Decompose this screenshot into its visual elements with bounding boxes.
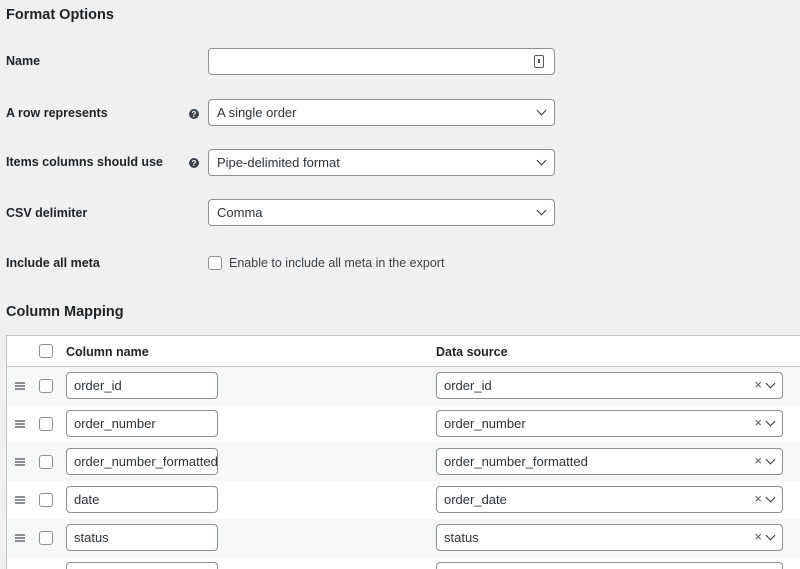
chevron-down-icon — [765, 530, 776, 541]
table-row: status status × — [7, 519, 800, 557]
column-name-input[interactable] — [66, 562, 218, 569]
row-represents-label: A row represents — [6, 106, 108, 120]
clear-icon[interactable]: × — [754, 529, 762, 544]
data-source-value: status — [444, 530, 479, 545]
data-source-select[interactable]: status × — [436, 524, 783, 551]
table-row: date order_date × — [7, 481, 800, 519]
data-source-value: order_number — [444, 416, 526, 431]
select-all-checkbox[interactable] — [39, 344, 53, 358]
data-source-select[interactable]: order_id × — [436, 372, 783, 399]
name-input[interactable] — [208, 48, 555, 75]
include-meta-checkbox[interactable] — [208, 256, 222, 270]
clear-icon[interactable]: × — [754, 491, 762, 506]
csv-delimiter-label: CSV delimiter — [6, 206, 88, 220]
csv-delimiter-value: Comma — [217, 205, 263, 220]
data-source-value: order_date — [444, 492, 507, 507]
column-name-input[interactable]: status — [66, 524, 218, 551]
data-source-value: order_number_formatted — [444, 454, 588, 469]
chevron-down-icon — [536, 205, 547, 216]
password-manager-icon[interactable] — [534, 55, 544, 68]
column-name-input[interactable]: order_number_formatted — [66, 448, 218, 475]
row-checkbox[interactable] — [39, 455, 53, 469]
chevron-down-icon — [536, 105, 547, 116]
drag-handle-icon[interactable] — [15, 382, 25, 390]
drag-handle-icon[interactable] — [15, 420, 25, 428]
table-row — [7, 557, 800, 569]
data-source-header: Data source — [436, 345, 508, 359]
name-label: Name — [6, 54, 41, 68]
chevron-down-icon — [536, 155, 547, 166]
row-checkbox[interactable] — [39, 417, 53, 431]
drag-handle-icon[interactable] — [15, 534, 25, 542]
chevron-down-icon — [765, 492, 776, 503]
data-source-select[interactable] — [436, 562, 783, 569]
help-icon[interactable]: ? — [189, 109, 199, 119]
row-represents-select[interactable]: A single order — [208, 99, 555, 126]
table-header: Column name Data source — [7, 336, 800, 367]
clear-icon[interactable]: × — [754, 453, 762, 468]
column-name-input[interactable]: order_number — [66, 410, 218, 437]
chevron-down-icon — [765, 416, 776, 427]
table-row: order_id order_id × — [7, 367, 800, 405]
table-row: order_number order_number × — [7, 405, 800, 443]
column-mapping-heading: Column Mapping — [6, 304, 124, 320]
csv-delimiter-select[interactable]: Comma — [208, 199, 555, 226]
data-source-value: order_id — [444, 378, 492, 393]
column-name-input[interactable]: order_id — [66, 372, 218, 399]
clear-icon[interactable]: × — [754, 415, 762, 430]
help-icon[interactable]: ? — [189, 158, 199, 168]
chevron-down-icon — [765, 454, 776, 465]
include-meta-label: Include all meta — [6, 256, 100, 270]
column-name-input[interactable]: date — [66, 486, 218, 513]
row-checkbox[interactable] — [39, 493, 53, 507]
items-columns-label: Items columns should use — [6, 155, 163, 169]
include-meta-checkbox-label[interactable]: Enable to include all meta in the export — [229, 256, 444, 270]
drag-handle-icon[interactable] — [15, 458, 25, 466]
data-source-select[interactable]: order_number_formatted × — [436, 448, 783, 475]
clear-icon[interactable]: × — [754, 377, 762, 392]
column-mapping-table: Column name Data source order_id order_i… — [6, 335, 800, 569]
table-row: order_number_formatted order_number_form… — [7, 443, 800, 481]
data-source-select[interactable]: order_date × — [436, 486, 783, 513]
chevron-down-icon — [765, 378, 776, 389]
row-represents-value: A single order — [217, 105, 297, 120]
drag-handle-icon[interactable] — [15, 496, 25, 504]
items-columns-value: Pipe-delimited format — [217, 155, 340, 170]
row-checkbox[interactable] — [39, 531, 53, 545]
row-checkbox[interactable] — [39, 379, 53, 393]
format-options-heading: Format Options — [6, 7, 114, 23]
column-name-header: Column name — [66, 345, 149, 359]
items-columns-select[interactable]: Pipe-delimited format — [208, 149, 555, 176]
data-source-select[interactable]: order_number × — [436, 410, 783, 437]
